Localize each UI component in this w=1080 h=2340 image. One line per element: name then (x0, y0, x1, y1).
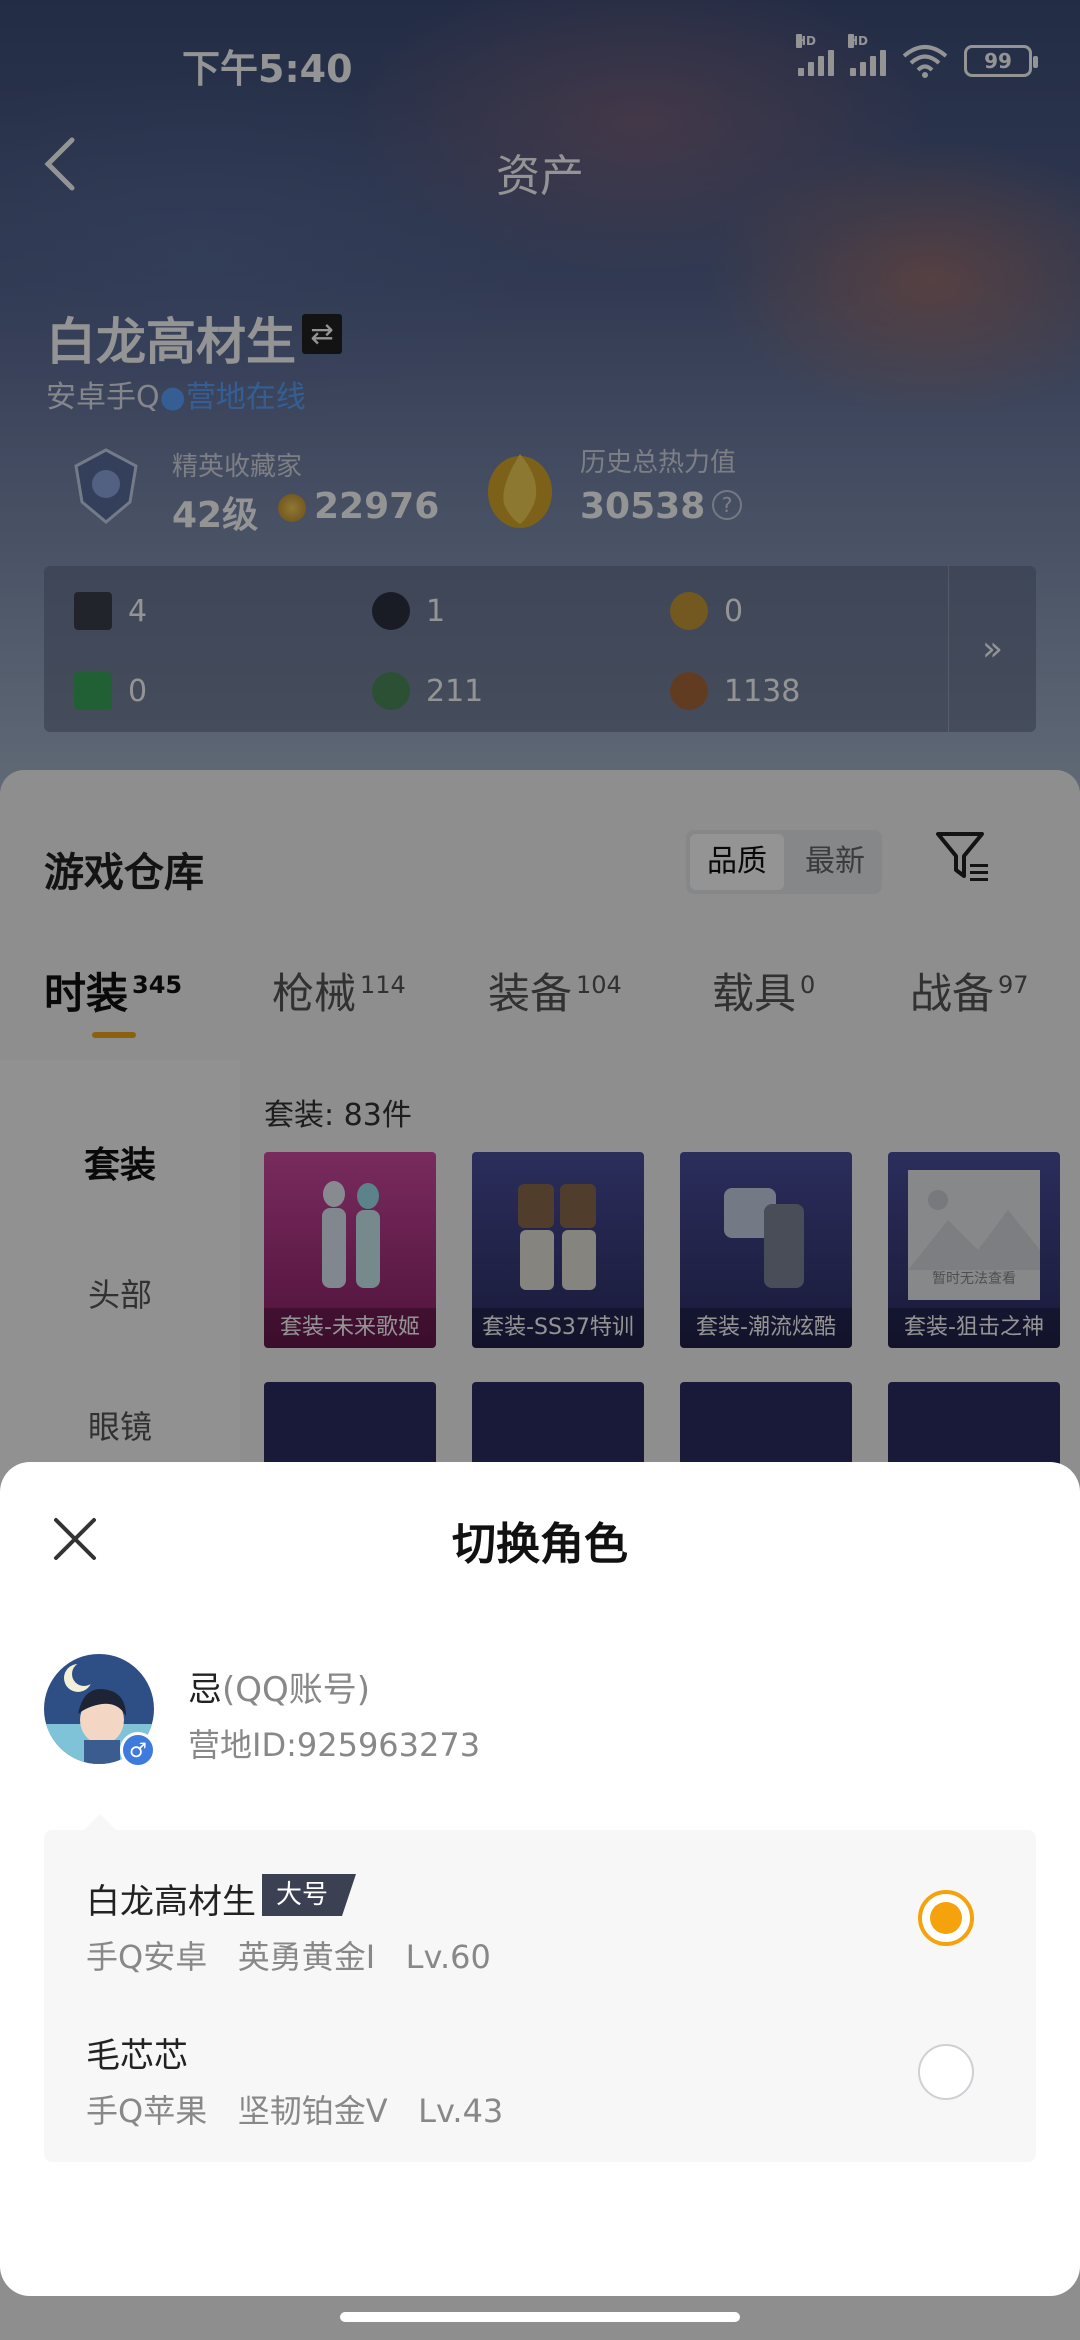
radio-unselected[interactable] (918, 2044, 974, 2100)
role-meta: 手Q安卓 英勇黄金I Lv.60 (86, 1938, 491, 1976)
role-meta: 手Q苹果 坚韧铂金V Lv.43 (86, 2092, 504, 2130)
role-item[interactable]: 毛芯芯 手Q苹果 坚韧铂金V Lv.43 (44, 1984, 1036, 2134)
role-item[interactable]: 白龙高材生 大号 手Q安卓 英勇黄金I Lv.60 (44, 1830, 1036, 1980)
role-list: 白龙高材生 大号 手Q安卓 英勇黄金I Lv.60 毛芯芯 手Q苹果 坚韧铂金V… (44, 1830, 1036, 2162)
home-indicator[interactable] (340, 2312, 740, 2322)
role-name: 毛芯芯 (86, 2036, 188, 2076)
radio-selected[interactable] (918, 1890, 974, 1946)
pointer-arrow (84, 1814, 116, 1830)
sheet-title: 切换角色 (452, 1519, 628, 1570)
camp-id: 营地ID:925963273 (188, 1726, 481, 1764)
male-gender-icon: ♂ (120, 1732, 156, 1768)
switch-role-sheet: 切换角色 ♂ 忌(QQ账号) 营地ID:925963273 白龙高材生 大号 手… (0, 1462, 1080, 2296)
main-account-tag: 大号 (262, 1874, 357, 1916)
role-name: 白龙高材生 (86, 1882, 256, 1922)
account-name: 忌(QQ账号) (188, 1670, 371, 1710)
